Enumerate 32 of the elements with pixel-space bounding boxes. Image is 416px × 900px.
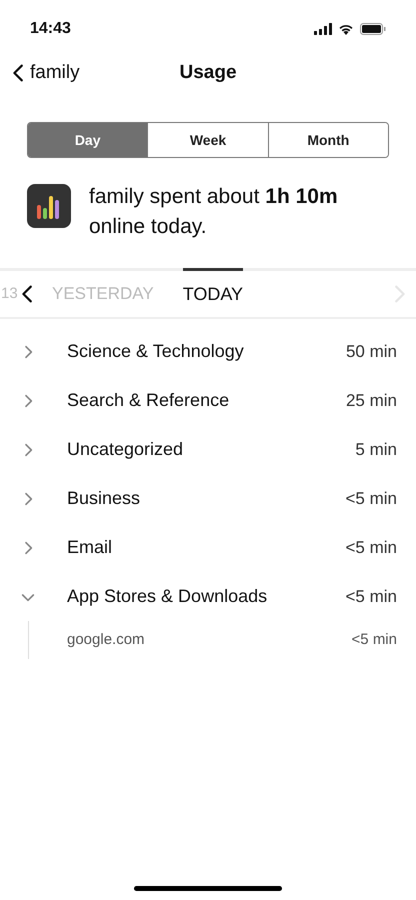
period-tab[interactable]: Day xyxy=(28,123,148,157)
category-row[interactable]: Business <5 min xyxy=(0,474,416,523)
category-time: 5 min xyxy=(355,438,397,461)
signal-icon xyxy=(314,23,332,35)
category-name: Business xyxy=(67,487,142,510)
category-name: Search & Reference xyxy=(67,389,230,412)
day-tab[interactable]: TODAY xyxy=(182,271,244,317)
category-time: 50 min xyxy=(346,340,397,363)
day-label: 13 xyxy=(1,284,18,304)
category-time: <5 min xyxy=(346,536,397,559)
category-name: Email xyxy=(67,536,114,559)
category-row[interactable]: Search & Reference 25 min xyxy=(0,376,416,425)
category-time: <5 min xyxy=(346,586,397,608)
category-time: <5 min xyxy=(346,488,397,510)
wifi-icon xyxy=(338,23,354,35)
site-name: google.com xyxy=(67,630,146,650)
category-row[interactable]: App Stores & Downloads <5 min xyxy=(0,572,416,621)
status-time: 14:43 xyxy=(30,19,71,39)
category-name: Science & Technology xyxy=(67,340,245,363)
category-name: App Stores & Downloads xyxy=(67,585,268,608)
category-row[interactable]: Science & Technology 50 min xyxy=(0,327,416,376)
site-time: <5 min xyxy=(352,630,397,650)
period-tab[interactable]: Month xyxy=(268,123,388,157)
page-title: Usage xyxy=(179,60,237,85)
category-row[interactable]: Email <5 min xyxy=(0,523,416,572)
bar-chart-icon xyxy=(27,184,71,228)
category-row[interactable]: Uncategorized 5 min xyxy=(0,425,416,474)
back-button[interactable]: family xyxy=(8,58,80,88)
category-time: 25 min xyxy=(346,390,397,412)
category-name: Uncategorized xyxy=(67,438,184,461)
usage-summary: family spent about 1h 10m online today. xyxy=(89,184,339,240)
battery-icon xyxy=(360,23,386,35)
